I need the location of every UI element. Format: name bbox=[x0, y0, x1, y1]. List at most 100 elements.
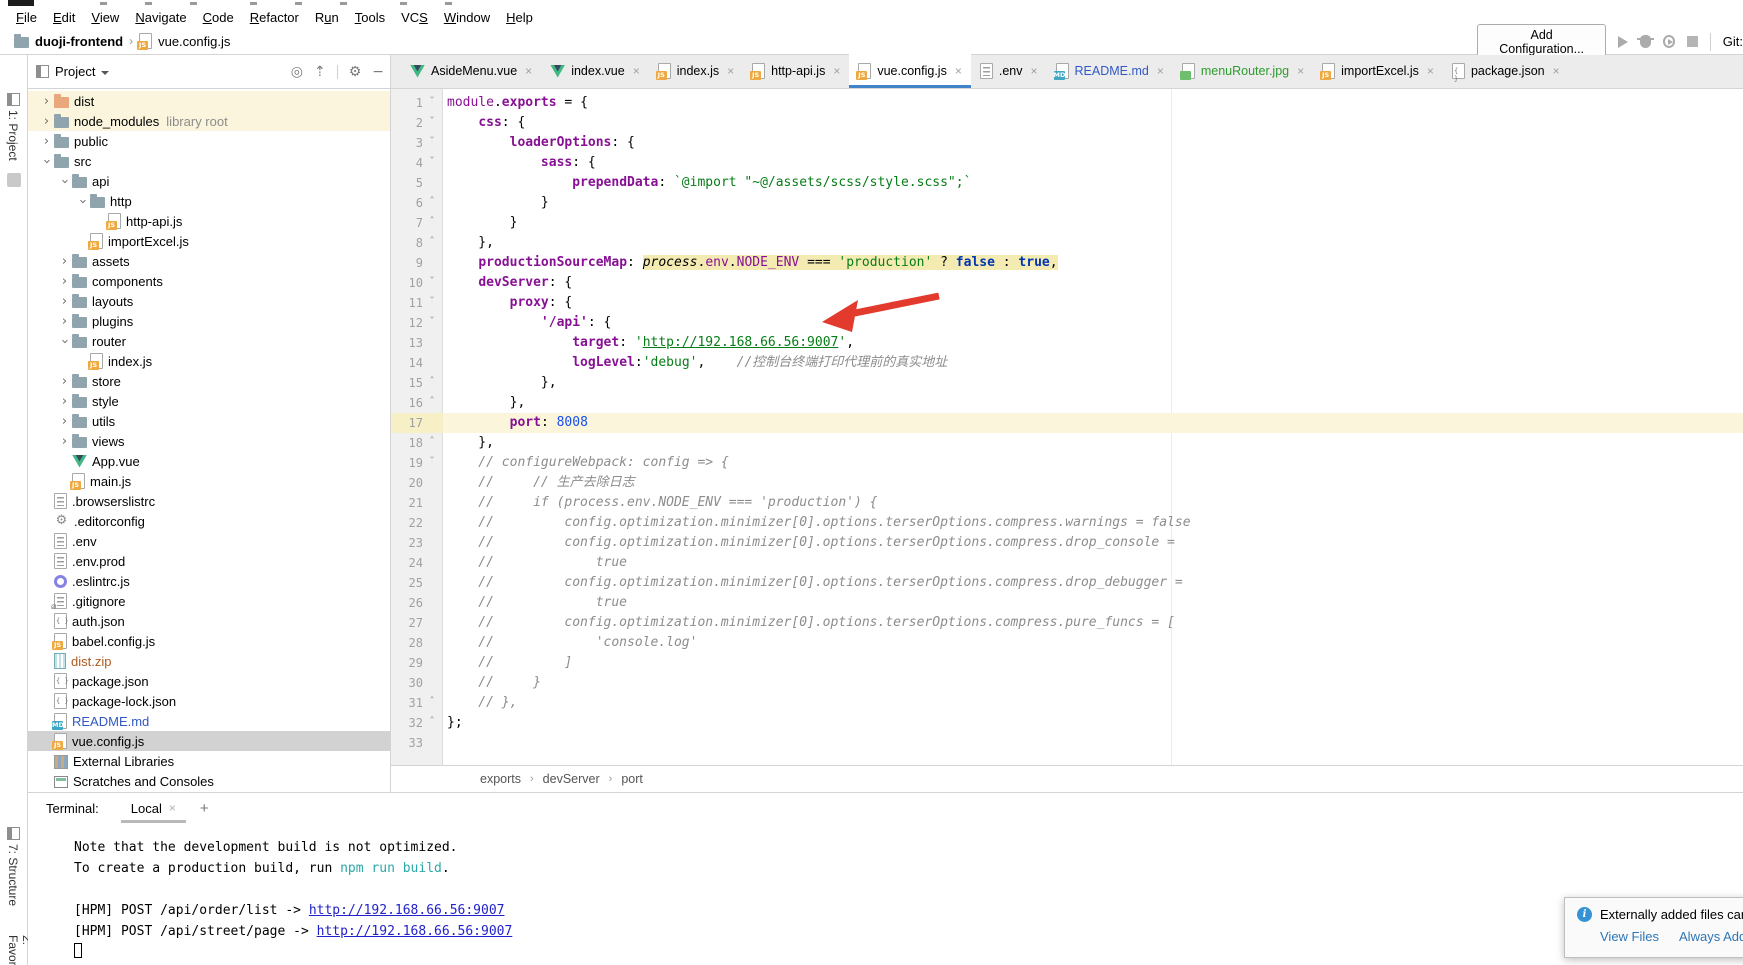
tab-asidemenu-vue[interactable]: AsideMenu.vue× bbox=[401, 54, 541, 88]
tab-readme-md[interactable]: MDREADME.md× bbox=[1047, 54, 1173, 88]
tree-item-store[interactable]: ›store bbox=[28, 371, 390, 391]
fold-open-icon[interactable]: ˇ bbox=[423, 133, 441, 153]
close-icon[interactable]: × bbox=[955, 64, 962, 78]
tree-item-plugins[interactable]: ›plugins bbox=[28, 311, 390, 331]
chevron-collapsed-icon[interactable]: › bbox=[57, 294, 72, 309]
terminal-link[interactable]: http://192.168.66.56:9007 bbox=[309, 903, 505, 918]
stop-icon[interactable] bbox=[1687, 36, 1697, 47]
fold-open-icon[interactable]: ˇ bbox=[423, 153, 441, 173]
tab-index-js[interactable]: JSindex.js× bbox=[649, 54, 743, 88]
tool-stripe-project[interactable]: 1: Project bbox=[6, 93, 20, 161]
tab-http-api-js[interactable]: JShttp-api.js× bbox=[743, 54, 849, 88]
chevron-collapsed-icon[interactable]: › bbox=[57, 434, 72, 449]
tree-item-api[interactable]: ›api bbox=[28, 171, 390, 191]
breadcrumb-project[interactable]: duoji-frontend bbox=[35, 34, 123, 49]
chevron-expanded-icon[interactable]: › bbox=[39, 154, 54, 169]
fold-open-icon[interactable]: ˇ bbox=[423, 273, 441, 293]
terminal-link[interactable]: http://192.168.66.56:9007 bbox=[317, 924, 513, 939]
project-panel-title[interactable]: Project bbox=[55, 64, 95, 79]
hide-panel-icon[interactable]: − bbox=[372, 64, 384, 80]
terminal-tab-local[interactable]: Local × bbox=[121, 793, 186, 823]
close-icon[interactable]: × bbox=[1157, 64, 1164, 78]
tree-item-main-js[interactable]: JSmain.js bbox=[28, 471, 390, 491]
tree-item-scratches-and-consoles[interactable]: Scratches and Consoles bbox=[28, 771, 390, 791]
breadcrumb-item-port[interactable]: port bbox=[621, 772, 643, 786]
close-icon[interactable]: × bbox=[1553, 64, 1560, 78]
debug-icon[interactable] bbox=[1640, 35, 1650, 48]
fold-close-icon[interactable]: ˆ bbox=[423, 193, 441, 213]
chevron-collapsed-icon[interactable]: › bbox=[57, 414, 72, 429]
breadcrumb-item-exports[interactable]: exports bbox=[480, 772, 521, 786]
tree-item-dist[interactable]: ›dist bbox=[28, 91, 390, 111]
tree-item-http[interactable]: ›http bbox=[28, 191, 390, 211]
tree-item-index-js[interactable]: JSindex.js bbox=[28, 351, 390, 371]
tab-importexcel-js[interactable]: JSimportExcel.js× bbox=[1313, 54, 1443, 88]
breadcrumb-item-devserver[interactable]: devServer bbox=[543, 772, 600, 786]
menu-run[interactable]: Run bbox=[307, 8, 347, 27]
fold-open-icon[interactable]: ˇ bbox=[423, 313, 441, 333]
tree-item-package-json[interactable]: package.json bbox=[28, 671, 390, 691]
tree-item-layouts[interactable]: ›layouts bbox=[28, 291, 390, 311]
chevron-down-icon[interactable] bbox=[101, 71, 109, 75]
menu-file[interactable]: File bbox=[8, 8, 45, 27]
notification-link-always-add[interactable]: Always Add bbox=[1679, 929, 1743, 944]
fold-open-icon[interactable]: ˇ bbox=[423, 453, 441, 473]
chevron-collapsed-icon[interactable]: › bbox=[57, 374, 72, 389]
chevron-expanded-icon[interactable]: › bbox=[57, 334, 72, 349]
new-terminal-icon[interactable]: + bbox=[200, 800, 209, 817]
tool-stripe-structure[interactable]: 7: Structure bbox=[6, 827, 20, 906]
tree-item-app-vue[interactable]: App.vue bbox=[28, 451, 390, 471]
git-label[interactable]: Git: bbox=[1723, 34, 1743, 49]
fold-close-icon[interactable]: ˆ bbox=[423, 433, 441, 453]
gear-icon[interactable]: ⚙ bbox=[349, 64, 362, 80]
tree-item-readme-md[interactable]: MDREADME.md bbox=[28, 711, 390, 731]
close-icon[interactable]: × bbox=[169, 801, 176, 815]
chevron-collapsed-icon[interactable]: › bbox=[39, 114, 54, 129]
tree-item-router[interactable]: ›router bbox=[28, 331, 390, 351]
fold-open-icon[interactable]: ˇ bbox=[423, 113, 441, 133]
tree-item-package-lock-json[interactable]: package-lock.json bbox=[28, 691, 390, 711]
tree-item--gitignore[interactable]: .gitignore bbox=[28, 591, 390, 611]
menu-navigate[interactable]: Navigate bbox=[127, 8, 194, 27]
fold-open-icon[interactable]: ˇ bbox=[423, 93, 441, 113]
tree-item--browserslistrc[interactable]: .browserslistrc bbox=[28, 491, 390, 511]
chevron-collapsed-icon[interactable]: › bbox=[57, 254, 72, 269]
close-icon[interactable]: × bbox=[1427, 64, 1434, 78]
fold-close-icon[interactable]: ˆ bbox=[423, 213, 441, 233]
tool-stripe-icon[interactable] bbox=[7, 173, 21, 187]
terminal-output[interactable]: Note that the development build is not o… bbox=[28, 823, 1743, 963]
chevron-collapsed-icon[interactable]: › bbox=[57, 314, 72, 329]
menu-view[interactable]: View bbox=[83, 8, 127, 27]
chevron-collapsed-icon[interactable]: › bbox=[39, 134, 54, 149]
tree-item-style[interactable]: ›style bbox=[28, 391, 390, 411]
tree-item--editorconfig[interactable]: ⚙.editorconfig bbox=[28, 511, 390, 531]
tree-item-node-modules[interactable]: ›node_moduleslibrary root bbox=[28, 111, 390, 131]
collapse-all-icon[interactable]: ⇡ bbox=[314, 64, 326, 80]
menu-window[interactable]: Window bbox=[436, 8, 498, 27]
close-icon[interactable]: × bbox=[1297, 64, 1304, 78]
fold-close-icon[interactable]: ˆ bbox=[423, 713, 441, 733]
tree-item-assets[interactable]: ›assets bbox=[28, 251, 390, 271]
menu-help[interactable]: Help bbox=[498, 8, 541, 27]
tree-item-public[interactable]: ›public bbox=[28, 131, 390, 151]
fold-close-icon[interactable]: ˆ bbox=[423, 393, 441, 413]
close-icon[interactable]: × bbox=[727, 64, 734, 78]
chevron-collapsed-icon[interactable]: › bbox=[57, 274, 72, 289]
chevron-collapsed-icon[interactable]: › bbox=[39, 94, 54, 109]
menu-refactor[interactable]: Refactor bbox=[242, 8, 307, 27]
locate-file-icon[interactable]: ◎ bbox=[291, 64, 303, 80]
tree-item-components[interactable]: ›components bbox=[28, 271, 390, 291]
tree-item-utils[interactable]: ›utils bbox=[28, 411, 390, 431]
tree-item-auth-json[interactable]: auth.json bbox=[28, 611, 390, 631]
tree-item-external-libraries[interactable]: External Libraries bbox=[28, 751, 390, 771]
fold-close-icon[interactable]: ˆ bbox=[423, 693, 441, 713]
tab-package-json[interactable]: package.json× bbox=[1443, 54, 1569, 88]
chevron-expanded-icon[interactable]: › bbox=[75, 194, 90, 209]
tree-item--env-prod[interactable]: .env.prod bbox=[28, 551, 390, 571]
menu-vcs[interactable]: VCS bbox=[393, 8, 436, 27]
tree-item-babel-config-js[interactable]: JSbabel.config.js bbox=[28, 631, 390, 651]
tree-item-views[interactable]: ›views bbox=[28, 431, 390, 451]
tab-vue-config-js[interactable]: JSvue.config.js× bbox=[849, 54, 971, 88]
code-editor[interactable]: 1ˇmodule.exports = {2ˇ css: {3ˇ loaderOp… bbox=[391, 89, 1743, 765]
close-icon[interactable]: × bbox=[833, 64, 840, 78]
